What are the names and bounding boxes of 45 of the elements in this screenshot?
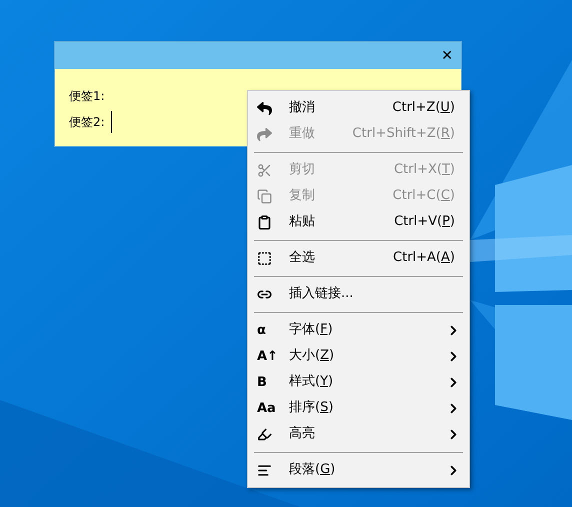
menu-item[interactable]: 粘贴 Ctrl+V(P) — [248, 209, 469, 235]
highlighter-icon — [257, 426, 272, 442]
text-caret — [110, 111, 112, 133]
shortcut-label: Ctrl+X(T) — [394, 161, 456, 180]
note-label: 便签1: — [69, 88, 105, 105]
menu-label: 插入链接... — [289, 285, 354, 304]
menu-label: 全选 — [289, 249, 315, 268]
menu-label: 复制 — [289, 187, 315, 206]
menu-label: 样式(Y) — [289, 373, 334, 392]
menu-item[interactable]: α 字体(F) — [248, 317, 469, 343]
menu-item[interactable]: A↑ 大小(Z) — [248, 343, 469, 369]
menu-item[interactable]: 段落(G) — [248, 457, 469, 483]
menu-item[interactable]: 全选 Ctrl+A(A) — [248, 245, 469, 271]
select-all-icon — [257, 250, 272, 266]
glyph-icon: A↑ — [257, 350, 278, 362]
menu-item[interactable]: Aa 排序(S) — [248, 395, 469, 421]
scissors-icon — [257, 162, 272, 178]
undo-icon — [257, 100, 272, 116]
menu-label: 段落(G) — [289, 461, 336, 480]
close-button[interactable]: ✕ — [441, 48, 453, 62]
redo-icon — [257, 126, 272, 142]
paragraph-icon — [257, 462, 272, 478]
menu-label: 排序(S) — [289, 399, 334, 418]
menu-label: 重做 — [289, 125, 315, 144]
menu-item[interactable]: 高亮 — [248, 421, 469, 447]
copy-icon — [257, 188, 272, 204]
shortcut-label: Ctrl+V(P) — [394, 213, 456, 232]
shortcut-label: Ctrl+C(C) — [392, 187, 456, 206]
menu-item[interactable]: 插入链接... — [248, 281, 469, 307]
glyph-icon: B — [257, 376, 267, 388]
shortcut-label: Ctrl+Z(U) — [392, 99, 456, 118]
note-label: 便签2: — [69, 114, 105, 131]
menu-label: 粘贴 — [289, 213, 315, 232]
menu-item[interactable]: B 样式(Y) — [248, 369, 469, 395]
glyph-icon: α — [257, 324, 266, 336]
clipboard-icon — [257, 214, 272, 230]
menu-label: 剪切 — [289, 161, 315, 180]
shortcut-label: Ctrl+A(A) — [393, 249, 456, 268]
menu-label: 字体(F) — [289, 321, 333, 340]
menu-item[interactable]: 撤消 Ctrl+Z(U) — [248, 95, 469, 121]
menu-label: 大小(Z) — [289, 347, 334, 366]
menu-label: 高亮 — [289, 425, 315, 444]
menu-label: 撤消 — [289, 99, 315, 118]
glyph-icon: Aa — [257, 402, 276, 414]
shortcut-label: Ctrl+Shift+Z(R) — [352, 125, 456, 144]
